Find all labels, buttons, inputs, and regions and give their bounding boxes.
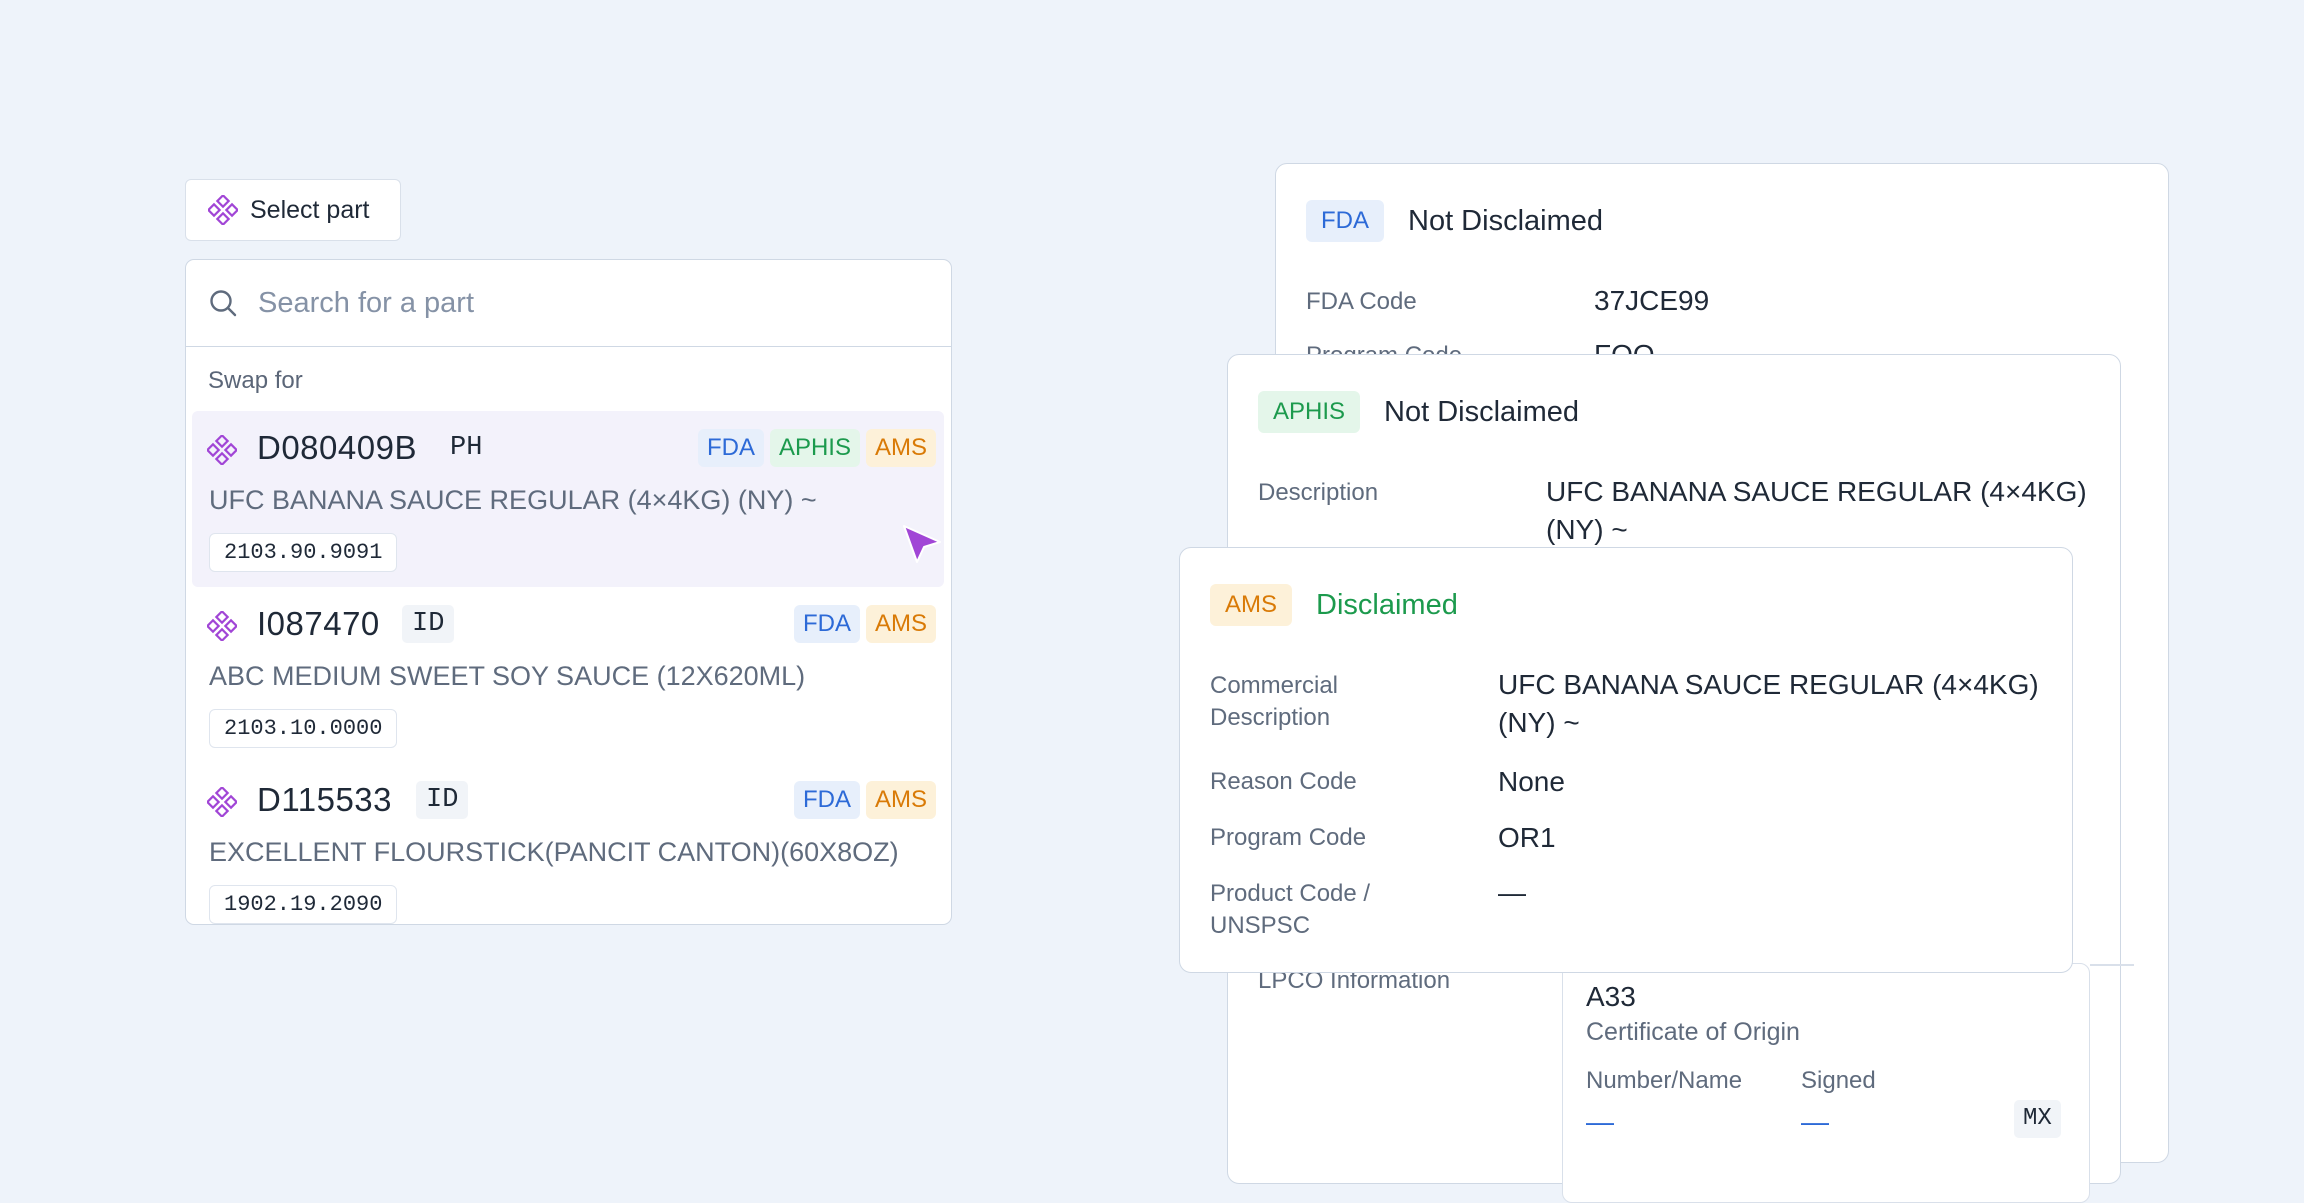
lpco-code: A33 xyxy=(1586,981,1636,1012)
fda-tag: FDA xyxy=(697,429,764,467)
commercial-description-value: UFC BANANA SAUCE REGULAR (4×4KG) (NY) ~ xyxy=(1498,669,2039,738)
part-option-d080409b[interactable]: D080409B PH FDA APHIS AMS UFC BANANA SAU… xyxy=(192,411,944,587)
number-name-value: — xyxy=(1586,1106,1614,1137)
agency-tags: FDA AMS xyxy=(793,781,936,819)
fda-code-label: FDA Code xyxy=(1306,288,1417,315)
hts-code-badge: 2103.10.0000 xyxy=(209,709,398,748)
search-input[interactable] xyxy=(256,285,900,321)
country-badge: MX xyxy=(2014,1100,2061,1138)
part-description: UFC BANANA SAUCE REGULAR (4×4KG) (NY) ~ xyxy=(209,485,817,515)
fda-tag: FDA xyxy=(1306,200,1384,242)
part-code: D115533 xyxy=(257,781,393,818)
fda-tag: FDA xyxy=(793,605,860,643)
origin-country-badge: ID xyxy=(416,781,469,819)
part-description: EXCELLENT FLOURSTICK(PANCIT CANTON)(60X8… xyxy=(209,837,899,867)
part-code: I087470 xyxy=(257,605,380,642)
part-code: D080409B xyxy=(257,429,417,466)
fda-tag: FDA xyxy=(793,781,860,819)
component-diamond-icon xyxy=(207,787,237,817)
signed-label: Signed xyxy=(1801,1067,1876,1094)
fda-code-value: 37JCE99 xyxy=(1594,285,1710,316)
cursor-arrow-icon xyxy=(903,525,941,563)
divider xyxy=(2090,964,2134,966)
lpco-type: Certificate of Origin xyxy=(1586,1018,1800,1046)
fda-status: Not Disclaimed xyxy=(1408,204,1603,237)
part-description: ABC MEDIUM SWEET SOY SAUCE (12X620ML) xyxy=(209,661,806,691)
aphis-tag: APHIS xyxy=(1258,391,1361,433)
aphis-tag: APHIS xyxy=(769,429,860,467)
hts-code-badge: 1902.19.2090 xyxy=(209,885,398,924)
swap-for-label: Swap for xyxy=(208,367,303,394)
component-diamond-icon xyxy=(207,435,237,465)
reason-code-value: None xyxy=(1498,766,1565,797)
ams-tag: AMS xyxy=(1210,584,1293,626)
lpco-detail-box: A33 Certificate of Origin Number/Name — … xyxy=(1562,963,2090,1203)
commercial-description-label: Commercial Description xyxy=(1210,672,1339,731)
signed-value: — xyxy=(1801,1106,1829,1137)
select-part-label: Select part xyxy=(250,195,370,224)
reason-code-label: Reason Code xyxy=(1210,768,1357,795)
program-code-value: OR1 xyxy=(1498,822,1556,853)
part-option-i087470[interactable]: I087470 ID FDA AMS ABC MEDIUM SWEET SOY … xyxy=(192,587,944,763)
part-picker-dropdown: Swap for D080409B PH FDA APHIS AMS UFC B… xyxy=(185,259,952,925)
ams-tag: AMS xyxy=(865,781,936,819)
product-code-label: Product Code / UNSPSC xyxy=(1210,880,1371,939)
agency-tags: FDA AMS xyxy=(793,605,936,643)
ams-tag: AMS xyxy=(865,429,936,467)
product-code-value: — xyxy=(1498,877,1526,908)
ams-tag: AMS xyxy=(865,605,936,643)
aphis-status: Not Disclaimed xyxy=(1384,395,1580,428)
search-icon xyxy=(210,290,237,317)
hts-code-badge: 2103.90.9091 xyxy=(209,533,398,572)
search-row xyxy=(186,260,951,347)
ams-status: Disclaimed xyxy=(1316,588,1458,621)
program-code-label: Program Code xyxy=(1210,824,1367,851)
aphis-description-value: UFC BANANA SAUCE REGULAR (4×4KG) (NY) ~ xyxy=(1546,476,2087,545)
component-diamond-icon xyxy=(207,611,237,641)
number-name-label: Number/Name xyxy=(1586,1067,1743,1094)
select-part-button[interactable]: Select part xyxy=(185,179,401,241)
agency-tags: FDA APHIS AMS xyxy=(697,429,936,467)
part-option-d115533[interactable]: D115533 ID FDA AMS EXCELLENT FLOURSTICK(… xyxy=(192,763,944,924)
origin-country-badge: PH xyxy=(450,433,483,463)
component-diamond-icon xyxy=(208,195,238,225)
ams-card: AMS Disclaimed Commercial Description UF… xyxy=(1179,547,2073,973)
origin-country-badge: ID xyxy=(402,605,455,643)
aphis-description-label: Description xyxy=(1258,479,1379,506)
